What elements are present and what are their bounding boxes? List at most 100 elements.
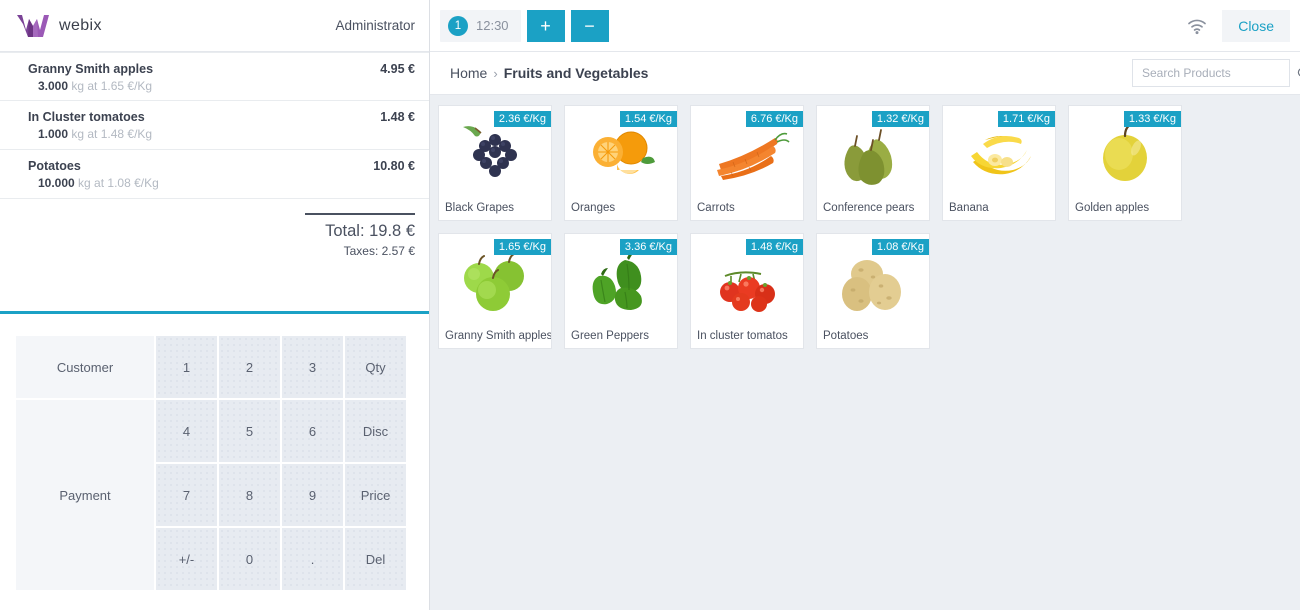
- keypad-key-8[interactable]: 8: [219, 464, 282, 528]
- product-card[interactable]: 3.36 €/Kg Green Peppers: [564, 233, 678, 349]
- keypad-key-6[interactable]: 6: [282, 400, 345, 464]
- cart-item-name: Granny Smith apples: [28, 62, 154, 76]
- product-name: Carrots: [697, 202, 735, 214]
- product-price: 1.48 €/Kg: [745, 239, 803, 255]
- keypad-key-Disc[interactable]: Disc: [345, 400, 408, 464]
- keypad-key-7[interactable]: 7: [156, 464, 219, 528]
- keypad-key-label: Qty: [365, 359, 386, 375]
- keypad-key-label: 5: [245, 423, 254, 439]
- order-totals: Total: 19.8 € Taxes: 2.57 €: [305, 213, 415, 258]
- payment-button[interactable]: Payment: [16, 400, 156, 592]
- cart-item-qty: 1.000: [38, 127, 69, 141]
- payment-label: Payment: [59, 487, 111, 503]
- product-area: 2.36 €/Kg Black Grapes 1.54 €/Kg Oranges 6.7…: [430, 95, 1300, 610]
- cart-item-qty: 3.000: [38, 79, 69, 93]
- cart-item-total: 10.80 €: [373, 159, 415, 173]
- keypad-key-label: 1: [182, 359, 191, 375]
- keypad-key-label: 6: [308, 423, 317, 439]
- breadcrumb: Home › Fruits and Vegetables: [430, 52, 1300, 95]
- cart-item-unit-price: kg at 1.65 €/Kg: [71, 79, 153, 93]
- keypad-key-9[interactable]: 9: [282, 464, 345, 528]
- keypad-key-5[interactable]: 5: [219, 400, 282, 464]
- brand-name: webix: [59, 16, 102, 34]
- keypad-key-4[interactable]: 4: [156, 400, 219, 464]
- keypad-key-2[interactable]: 2: [219, 336, 282, 400]
- product-card[interactable]: 2.36 €/Kg Black Grapes: [438, 105, 552, 221]
- cart-item-row[interactable]: Potatoes 10.80 € 10.000 kg at 1.08 €/Kg: [0, 150, 429, 199]
- keypad-key-label: 4: [182, 423, 191, 439]
- product-price: 1.32 €/Kg: [871, 111, 929, 127]
- cart-item-name: In Cluster tomatoes: [28, 110, 145, 124]
- keypad-container: Customer Payment 1 2 3 Qty 4 5 6 Disc 7 8 9 Price +/…: [0, 314, 429, 610]
- order-panel: webix Administrator Granny Smith apples 4…: [0, 0, 430, 610]
- breadcrumb-home[interactable]: Home: [450, 65, 487, 81]
- product-card[interactable]: 1.48 €/Kg In cluster tomatos: [690, 233, 804, 349]
- keypad-key-label: .: [310, 551, 315, 567]
- product-name: Granny Smith apples: [445, 330, 551, 342]
- keypad-key-Price[interactable]: Price: [345, 464, 408, 528]
- session-tab[interactable]: 1 12:30: [440, 9, 521, 42]
- product-card[interactable]: 1.71 €/Kg Banana: [942, 105, 1056, 221]
- top-toolbar: 1 12:30 + − Close: [430, 0, 1300, 52]
- keypad-key-label: 3: [308, 359, 317, 375]
- product-name: Conference pears: [823, 202, 915, 214]
- cart-item-total: 1.48 €: [380, 110, 415, 124]
- search-box[interactable]: [1132, 59, 1300, 87]
- product-name: Potatoes: [823, 330, 869, 342]
- keypad-key-[interactable]: +/-: [156, 528, 219, 592]
- product-card[interactable]: 1.65 €/Kg Granny Smith apples: [438, 233, 552, 349]
- cart-item-unit-price: kg at 1.08 €/Kg: [78, 176, 159, 190]
- wifi-icon[interactable]: [1186, 15, 1208, 37]
- product-name: Banana: [949, 202, 989, 214]
- cart-item-row[interactable]: In Cluster tomatoes 1.48 € 1.000 kg at 1.4…: [0, 101, 429, 150]
- remove-session-button[interactable]: −: [570, 9, 609, 42]
- product-name: Black Grapes: [445, 202, 515, 214]
- product-grid: 2.36 €/Kg Black Grapes 1.54 €/Kg Oranges 6.7…: [438, 105, 1300, 349]
- keypad-key-label: 0: [245, 551, 254, 567]
- catalog-panel: 1 12:30 + − Close Home › Fruits and Vege…: [430, 0, 1300, 610]
- keypad-key-label: 9: [308, 487, 317, 503]
- product-card[interactable]: 1.32 €/Kg Conference pears: [816, 105, 930, 221]
- user-role-label: Administrator: [335, 18, 415, 33]
- keypad-key-0[interactable]: 0: [219, 528, 282, 592]
- cart-item-row[interactable]: Granny Smith apples 4.95 € 3.000 kg at 1.6…: [0, 52, 429, 101]
- keypad-key-label: Del: [365, 551, 386, 567]
- keypad-key-label: 2: [245, 359, 254, 375]
- left-panel-spacer: [0, 258, 429, 311]
- order-total: Total: 19.8 €: [325, 222, 415, 240]
- pos-application: webix Administrator Granny Smith apples 4…: [0, 0, 1300, 610]
- product-card[interactable]: 1.33 €/Kg Golden apples: [1068, 105, 1182, 221]
- keypad-key-Del[interactable]: Del: [345, 528, 408, 592]
- cart-item-unit-price: kg at 1.48 €/Kg: [71, 127, 153, 141]
- keypad-key-label: 7: [182, 487, 191, 503]
- breadcrumb-current: Fruits and Vegetables: [503, 65, 649, 81]
- breadcrumb-separator-icon: ›: [493, 65, 498, 81]
- search-input[interactable]: [1142, 66, 1297, 80]
- product-price: 1.71 €/Kg: [997, 111, 1055, 127]
- session-badge: 1: [448, 15, 468, 36]
- keypad-key-Qty[interactable]: Qty: [345, 336, 408, 400]
- product-card[interactable]: 1.54 €/Kg Oranges: [564, 105, 678, 221]
- session-time: 12:30: [476, 18, 509, 33]
- product-name: Green Peppers: [571, 330, 649, 342]
- product-card[interactable]: 6.76 €/Kg Carrots: [690, 105, 804, 221]
- order-taxes: Taxes: 2.57 €: [343, 244, 415, 258]
- numeric-keypad: Customer Payment 1 2 3 Qty 4 5 6 Disc 7 8 9 Price +/…: [16, 336, 413, 592]
- product-name: Golden apples: [1075, 202, 1150, 214]
- product-price: 1.33 €/Kg: [1123, 111, 1181, 127]
- keypad-key-3[interactable]: 3: [282, 336, 345, 400]
- keypad-key-[interactable]: .: [282, 528, 345, 592]
- cart-item-list: Granny Smith apples 4.95 € 3.000 kg at 1.6…: [0, 52, 429, 199]
- keypad-key-label: Price: [360, 487, 391, 503]
- product-price: 2.36 €/Kg: [493, 111, 551, 127]
- keypad-key-1[interactable]: 1: [156, 336, 219, 400]
- keypad-key-label: 8: [245, 487, 254, 503]
- brand-bar: webix Administrator: [0, 0, 429, 52]
- product-name: Oranges: [571, 202, 616, 214]
- product-card[interactable]: 1.08 €/Kg Potatoes: [816, 233, 930, 349]
- customer-button[interactable]: Customer: [16, 336, 156, 400]
- product-price: 1.65 €/Kg: [493, 239, 551, 255]
- cart-item-qty: 10.000: [38, 176, 75, 190]
- close-button[interactable]: Close: [1222, 9, 1290, 42]
- add-session-button[interactable]: +: [526, 9, 565, 42]
